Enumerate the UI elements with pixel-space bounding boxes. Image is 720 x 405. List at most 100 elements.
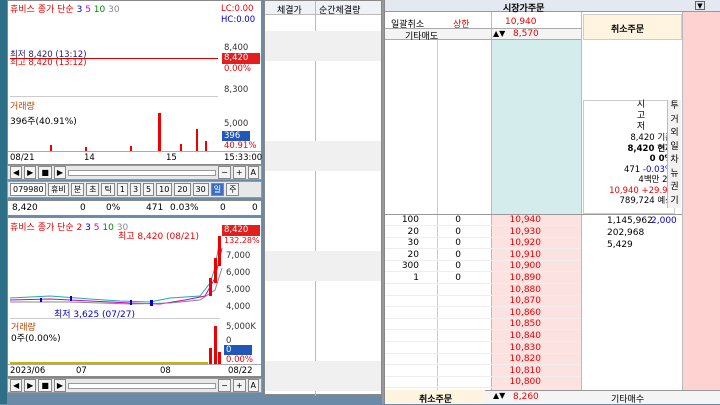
tab-investor[interactable]: 투 <box>668 100 681 114</box>
zoom-out-icon[interactable]: − <box>218 166 231 179</box>
tab-news[interactable]: 뉴 <box>668 168 681 182</box>
ladder-price[interactable]: 10,830 <box>510 343 542 353</box>
info-vol-pct: 0.03% <box>170 203 199 213</box>
stop-icon[interactable]: ■ <box>38 379 52 392</box>
minute-button[interactable]: 분 <box>70 183 85 196</box>
ladder-price[interactable]: 10,860 <box>510 308 542 318</box>
ladder-price[interactable]: 10,820 <box>510 354 542 364</box>
ladder-price[interactable]: 10,880 <box>510 285 542 295</box>
ladder-qty: 30 <box>407 238 419 249</box>
ladder-qty: 100 <box>401 215 419 225</box>
tab-trade[interactable]: 거 <box>668 114 681 128</box>
ask-column <box>491 40 581 214</box>
chart1-stock[interactable]: 휴비스 <box>10 5 35 15</box>
tab-chart[interactable]: 차 <box>668 154 681 168</box>
candle-chart <box>10 236 223 306</box>
sum-4: 5,429 <box>607 240 633 250</box>
cancel-order-button[interactable]: 취소주문 <box>611 22 644 35</box>
ladder-row[interactable]: 10,840 <box>385 331 581 342</box>
ladder-row[interactable]: 300 0 10,900 <box>385 261 581 273</box>
ladder-row[interactable]: 10,830 <box>385 343 581 354</box>
ladder-price[interactable]: 10,890 <box>510 273 542 283</box>
other-sell-button[interactable]: 기타매도 <box>405 29 438 42</box>
hc-label: HC:0.00 <box>221 15 256 25</box>
ladder-price[interactable]: 10,930 <box>510 227 542 237</box>
tab-other[interactable]: 기 <box>668 195 681 209</box>
ladder-zero: 0 <box>455 273 461 283</box>
scroll-track[interactable] <box>68 169 217 176</box>
scroll-left-icon[interactable]: ◀ <box>10 166 23 179</box>
cancel-order-bottom-button[interactable]: 취소주문 <box>419 392 452 405</box>
other-buy-button[interactable]: 기타매수 <box>611 392 644 405</box>
right-tabs: 투 거 외 일 차 뉴 권 기 <box>667 100 681 208</box>
second-button[interactable]: 초 <box>86 183 100 196</box>
ladder-row[interactable]: 1 0 10,890 <box>385 273 581 284</box>
ladder-price[interactable]: 10,940 <box>510 215 542 225</box>
zoom-in-icon[interactable]: + <box>232 166 246 179</box>
play-icon[interactable]: ▶ <box>53 166 67 179</box>
stock-name-button[interactable]: 휴비 <box>48 183 69 196</box>
ladder-price[interactable]: 10,910 <box>510 250 542 260</box>
text-size-icon[interactable]: A <box>247 379 259 392</box>
weekly-button[interactable]: 주 <box>226 183 240 196</box>
tab-foreign[interactable]: 외 <box>668 127 681 141</box>
vol-pct: 40.91% <box>224 141 257 151</box>
text-size-icon[interactable]: A <box>247 166 259 179</box>
period-5-button[interactable]: 5 <box>143 183 155 196</box>
ladder-row[interactable]: 10,860 <box>385 308 581 319</box>
period-10-button[interactable]: 10 <box>156 183 173 196</box>
scroll-track[interactable] <box>68 382 217 389</box>
chart1-scroll-toolbar: ◀ ▶ ■ ▶ − + A <box>7 165 262 180</box>
period-20-button[interactable]: 20 <box>174 183 191 196</box>
chart2-x-axis: 2023/06 07 08 08/22 <box>8 364 261 376</box>
desktop-strip <box>0 0 7 404</box>
vol-tag: 396 <box>222 131 250 141</box>
info-change: 0 <box>80 203 86 213</box>
sell-price-input[interactable]: 8,570 <box>513 29 539 39</box>
period-1-button[interactable]: 1 <box>116 183 128 196</box>
zoom-in-icon[interactable]: + <box>232 379 246 392</box>
scroll-left-icon[interactable]: ◀ <box>10 379 23 392</box>
tab-rights[interactable]: 권 <box>668 181 681 195</box>
daily-button[interactable]: 일 <box>210 183 225 196</box>
tick-button[interactable]: 틱 <box>101 183 115 196</box>
scroll-right-icon[interactable]: ▶ <box>24 166 37 179</box>
ladder-row[interactable]: 100 0 10,940 <box>385 215 581 226</box>
ladder-price[interactable]: 10,900 <box>510 261 542 271</box>
ladder-row[interactable]: 10,810 <box>385 366 581 377</box>
buy-spin-icon[interactable]: ▲▼ <box>493 391 505 400</box>
code-input[interactable]: 079980 <box>10 183 46 196</box>
period-30-button[interactable]: 30 <box>192 183 209 196</box>
scroll-right-icon[interactable]: ▶ <box>24 379 37 392</box>
total-bid-volume: 1,145,962 <box>607 216 653 226</box>
zoom-out-icon[interactable]: − <box>218 379 231 392</box>
period-3-button[interactable]: 3 <box>129 183 142 196</box>
ladder-price[interactable]: 10,870 <box>510 296 542 306</box>
dropdown-icon[interactable]: ▼ <box>695 1 705 10</box>
stop-icon[interactable]: ■ <box>38 166 52 179</box>
y-label: 4,000 <box>226 302 251 312</box>
ladder-price[interactable]: 10,800 <box>510 377 542 387</box>
y-8300: 8,300 <box>224 85 249 95</box>
ladder-price[interactable]: 10,920 <box>510 238 542 248</box>
ladder-row[interactable]: 10,870 <box>385 296 581 308</box>
ladder-row[interactable]: 10,820 <box>385 354 581 366</box>
ladder-price[interactable]: 10,840 <box>510 331 542 341</box>
ladder-row[interactable]: 20 0 10,930 <box>385 227 581 238</box>
upper-limit-price: 10,940 <box>505 17 537 27</box>
buy-price-input[interactable]: 8,260 <box>513 392 539 402</box>
ladder-price[interactable]: 10,810 <box>510 366 542 376</box>
sell-spin-icon[interactable]: ▲▼ <box>493 29 505 38</box>
ladder-qty: 1 <box>413 273 419 283</box>
ma-30: 30 <box>108 5 120 15</box>
ladder-price[interactable]: 10,850 <box>510 319 542 329</box>
ladder-row[interactable]: 10,800 <box>385 377 581 389</box>
tab-daily[interactable]: 일 <box>668 141 681 155</box>
ladder-row[interactable]: 20 0 10,910 <box>385 250 581 261</box>
order-panel: 시장가주문 ▼ 일괄취소 상한 10,940 기타매도 ▲▼ 8,570 취소주… <box>384 0 720 405</box>
ladder-row[interactable]: 10,880 <box>385 285 581 296</box>
play-icon[interactable]: ▶ <box>53 379 67 392</box>
ladder-row[interactable]: 10,850 <box>385 319 581 331</box>
info-volume: 471 <box>146 203 164 213</box>
ladder-row[interactable]: 30 0 10,920 <box>385 238 581 250</box>
